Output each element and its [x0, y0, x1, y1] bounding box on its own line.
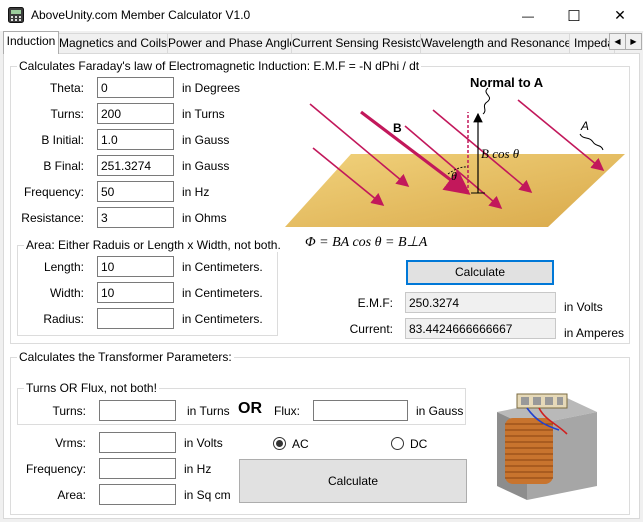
- current-label: Current:: [349, 322, 393, 336]
- dc-radio[interactable]: [391, 437, 404, 450]
- tab-scroll-right-button[interactable]: ▶: [625, 33, 642, 50]
- b-initial-input[interactable]: [97, 129, 174, 150]
- maximize-button[interactable]: ☐: [551, 0, 597, 31]
- tab-wavelength-and-resonance[interactable]: Wavelength and Resonance: [420, 33, 570, 53]
- current-unit: in Amperes: [564, 326, 625, 340]
- turns-unit: in Turns: [182, 107, 225, 121]
- terminal-block: [516, 393, 568, 409]
- area-label: Area:: [57, 488, 86, 502]
- emf-label: E.M.F:: [357, 296, 393, 310]
- b-initial-label: B Initial:: [41, 133, 84, 147]
- turns-flux-group-title: Turns OR Flux, not both!: [24, 381, 159, 395]
- turns-input[interactable]: [97, 103, 174, 124]
- area-unit: in Sq cm: [184, 488, 231, 502]
- transformer-turns-unit: in Turns: [187, 404, 230, 418]
- copper-coil: [505, 418, 553, 484]
- turns-label: Turns:: [50, 107, 84, 121]
- close-icon: ✕: [614, 7, 626, 23]
- width-unit: in Centimeters.: [182, 286, 263, 300]
- resistance-label: Resistance:: [21, 211, 84, 225]
- transformer-turns-input[interactable]: [99, 400, 176, 421]
- vrms-input[interactable]: [99, 432, 176, 453]
- theta-label: Theta:: [49, 81, 84, 95]
- length-label: Length:: [43, 260, 84, 274]
- resistance-input[interactable]: [97, 207, 174, 228]
- radius-label: Radius:: [43, 312, 84, 326]
- vrms-label: Vrms:: [55, 436, 86, 450]
- radius-unit: in Centimeters.: [182, 312, 263, 326]
- transformer-frequency-input[interactable]: [99, 458, 176, 479]
- width-input[interactable]: [97, 282, 174, 303]
- theta-input[interactable]: [97, 77, 174, 98]
- emf-output[interactable]: [405, 292, 556, 313]
- transformer-frequency-unit: in Hz: [184, 462, 212, 476]
- width-label: Width:: [49, 286, 84, 300]
- transformer-calculate-button[interactable]: Calculate: [239, 459, 467, 503]
- ac-radio[interactable]: [273, 437, 286, 450]
- close-button[interactable]: ✕: [597, 0, 643, 31]
- ac-label[interactable]: AC: [292, 437, 309, 451]
- faraday-calculate-button[interactable]: Calculate: [406, 260, 554, 285]
- theta-unit: in Degrees: [182, 81, 241, 95]
- length-unit: in Centimeters.: [182, 260, 263, 274]
- dc-label[interactable]: DC: [410, 437, 427, 451]
- arrow-left-icon: ◀: [614, 37, 621, 46]
- flux-label: Flux:: [273, 404, 300, 418]
- tab-induction[interactable]: Induction: [3, 31, 59, 54]
- flux-formula: Φ = BA cos θ = B⊥A: [305, 235, 428, 250]
- area-input[interactable]: [99, 484, 176, 505]
- tab-current-sensing-resistor[interactable]: Current Sensing Resistor: [291, 33, 421, 53]
- vrms-unit: in Volts: [184, 436, 223, 450]
- normal-squiggle: [482, 87, 491, 115]
- area-group-title: Area: Either Raduis or Length x Width, n…: [24, 238, 283, 252]
- length-input[interactable]: [97, 256, 174, 277]
- app-icon: [8, 7, 24, 23]
- window-title: AboveUnity.com Member Calculator V1.0: [31, 8, 251, 22]
- flux-diagram: Normal to A B A B cos θ θ Φ = BA cos θ =…: [285, 75, 625, 250]
- bcos-label: B cos θ: [481, 146, 520, 161]
- transformer-frequency-label: Frequency:: [25, 462, 86, 476]
- title-bar[interactable]: AboveUnity.com Member Calculator V1.0 — …: [0, 0, 643, 31]
- radius-input[interactable]: [97, 308, 174, 329]
- b-final-input[interactable]: [97, 155, 174, 176]
- tab-power-and-phase-angle[interactable]: Power and Phase Angle: [167, 33, 292, 53]
- current-output[interactable]: [405, 318, 556, 339]
- or-label: OR: [238, 400, 262, 417]
- emf-unit: in Volts: [564, 300, 603, 314]
- maximize-icon: ☐: [567, 7, 581, 25]
- tab-magnetics-and-coils[interactable]: Magnetics and Coils: [58, 33, 168, 53]
- transformer-image: [497, 393, 597, 500]
- transformer-turns-label: Turns:: [52, 404, 86, 418]
- frequency-input[interactable]: [97, 181, 174, 202]
- surface-plane: [285, 154, 625, 227]
- flux-unit: in Gauss: [416, 404, 464, 418]
- normal-label: Normal to A: [470, 75, 544, 90]
- transformer-group-title: Calculates the Transformer Parameters:: [17, 350, 234, 364]
- b-initial-unit: in Gauss: [182, 133, 230, 147]
- b-final-label: B Final:: [43, 159, 84, 173]
- arrow-right-icon: ▶: [630, 37, 637, 46]
- theta-label: θ: [451, 169, 457, 183]
- flux-input[interactable]: [313, 400, 408, 421]
- b-final-unit: in Gauss: [182, 159, 230, 173]
- minimize-icon: —: [522, 8, 534, 23]
- frequency-label: Frequency:: [23, 185, 84, 199]
- frequency-unit: in Hz: [182, 185, 210, 199]
- b-label: B: [393, 121, 402, 135]
- a-label: A: [580, 119, 589, 133]
- a-squiggle: [579, 133, 604, 151]
- tab-scroll-left-button[interactable]: ◀: [609, 33, 626, 50]
- resistance-unit: in Ohms: [182, 211, 227, 225]
- minimize-button[interactable]: —: [505, 0, 551, 31]
